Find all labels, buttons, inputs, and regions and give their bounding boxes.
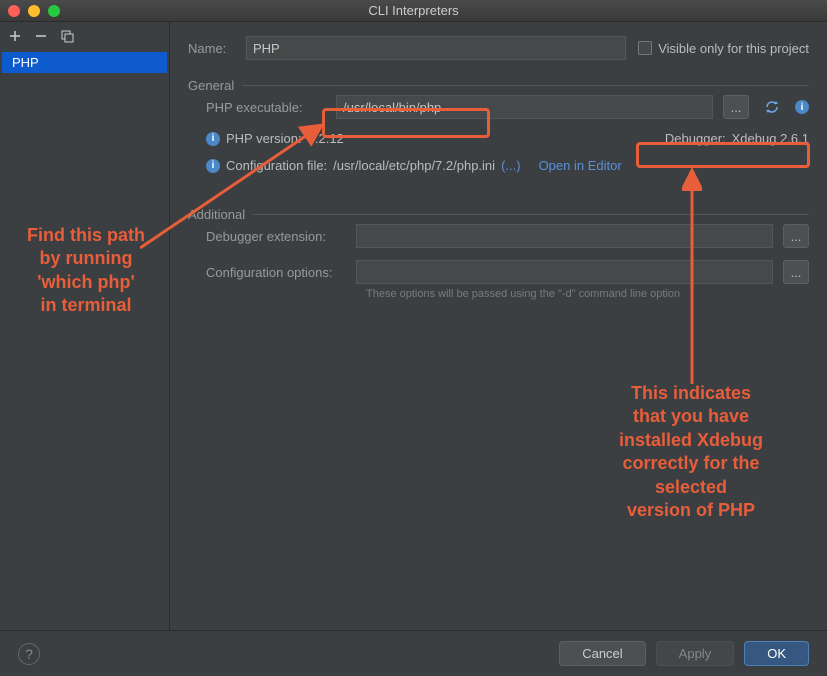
conf-value: /usr/local/etc/php/7.2/php.ini <box>333 158 495 173</box>
ok-button[interactable]: OK <box>744 641 809 666</box>
copy-icon[interactable] <box>60 29 74 43</box>
name-label: Name: <box>188 41 236 56</box>
details-pane: Name: Visible only for this project Gene… <box>170 22 827 630</box>
window-minimize-button[interactable] <box>28 5 40 17</box>
cancel-button[interactable]: Cancel <box>559 641 645 666</box>
conf-opts-hint: These options will be passed using the "… <box>366 288 809 300</box>
visible-only-checkbox[interactable] <box>638 41 652 55</box>
version-label: PHP version: <box>226 131 302 146</box>
window-title: CLI Interpreters <box>0 3 827 18</box>
apply-button: Apply <box>656 641 735 666</box>
general-section-header: General <box>188 78 809 93</box>
exec-info-icon[interactable]: i <box>795 100 809 114</box>
sidebar: PHP <box>0 22 170 630</box>
sidebar-item-php[interactable]: PHP <box>2 52 167 73</box>
titlebar: CLI Interpreters <box>0 0 827 22</box>
refresh-icon[interactable] <box>759 95 785 119</box>
version-info-icon: i <box>206 132 220 146</box>
conf-opts-label: Configuration options: <box>206 265 346 280</box>
conf-info-icon: i <box>206 159 220 173</box>
dialog-footer: ? Cancel Apply OK <box>0 630 827 676</box>
interpreter-list: PHP <box>0 50 169 630</box>
dbg-ext-browse-button[interactable]: ... <box>783 224 809 248</box>
add-icon[interactable] <box>8 29 22 43</box>
debugger-value: Xdebug 2.6.1 <box>732 131 809 146</box>
dbg-ext-label: Debugger extension: <box>206 229 346 244</box>
window-close-button[interactable] <box>8 5 20 17</box>
browse-button[interactable]: ... <box>723 95 749 119</box>
conf-label: Configuration file: <box>226 158 327 173</box>
version-value: 7.2.12 <box>308 131 344 146</box>
help-icon[interactable]: ? <box>18 643 40 665</box>
dbg-ext-input[interactable] <box>356 224 773 248</box>
window-maximize-button[interactable] <box>48 5 60 17</box>
conf-opts-edit-button[interactable]: ... <box>783 260 809 284</box>
open-in-editor-link[interactable]: Open in Editor <box>539 158 622 173</box>
exec-input[interactable] <box>336 95 713 119</box>
exec-label: PHP executable: <box>206 100 326 115</box>
conf-opts-input[interactable] <box>356 260 773 284</box>
conf-more-link[interactable]: (...) <box>501 158 521 173</box>
name-input[interactable] <box>246 36 626 60</box>
debugger-label: Debugger: <box>665 131 726 146</box>
additional-section-header: Additional <box>188 207 809 222</box>
visible-only-label: Visible only for this project <box>658 41 809 56</box>
remove-icon[interactable] <box>34 29 48 43</box>
